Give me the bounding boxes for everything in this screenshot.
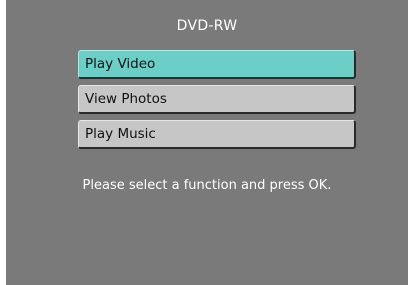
osd-screen: DVD-RW Play Video View Photos Play Music… — [6, 0, 408, 285]
menu-item-view-photos[interactable]: View Photos — [78, 85, 356, 114]
menu-item-label: View Photos — [85, 91, 167, 107]
menu-item-play-video[interactable]: Play Video — [78, 50, 356, 79]
menu-item-play-music[interactable]: Play Music — [78, 120, 356, 149]
instruction-text: Please select a function and press OK. — [82, 178, 332, 193]
menu-item-label: Play Music — [85, 126, 156, 142]
function-menu: Play Video View Photos Play Music — [78, 50, 356, 155]
menu-item-label: Play Video — [85, 56, 156, 72]
screen-title: DVD-RW — [176, 18, 238, 34]
